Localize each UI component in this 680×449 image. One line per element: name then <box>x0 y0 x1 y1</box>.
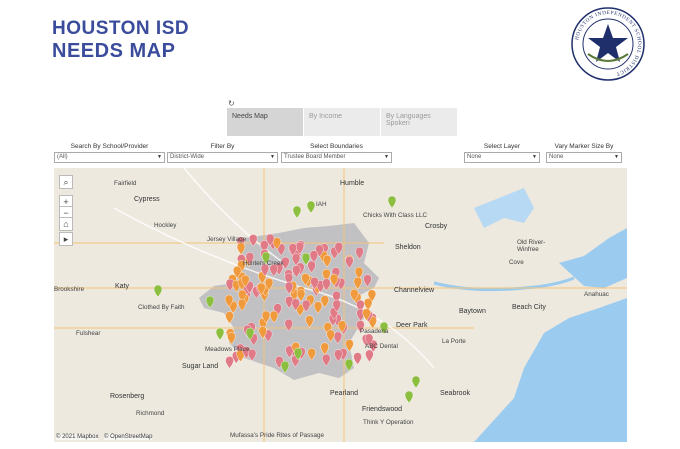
map-marker <box>353 352 362 365</box>
map-label: La Porte <box>442 338 466 345</box>
layer-label: Select Layer <box>483 143 521 150</box>
marker-size-label: Vary Marker Size By <box>554 143 614 150</box>
map-label: Cypress <box>134 196 160 203</box>
attribution-osm[interactable]: © OpenStreetMap <box>104 434 153 440</box>
map-label: Katy <box>115 283 130 290</box>
map-label: Sheldon <box>395 244 421 251</box>
school-select[interactable]: (All) ▼ <box>54 152 165 163</box>
chevron-down-icon: ▼ <box>270 154 275 160</box>
map-label: Beach City <box>512 304 546 311</box>
page-title: HOUSTON ISD <box>52 18 190 39</box>
map-label: Jersey Village <box>207 236 247 243</box>
map-label: Rosenberg <box>110 393 145 400</box>
map-label: Fairfield <box>114 180 137 187</box>
tab-by-languages-spoken[interactable]: By Languages Spoken <box>381 108 457 136</box>
chevron-down-icon: ▼ <box>614 154 619 160</box>
map-label: Sugar Land <box>182 363 219 370</box>
map-marker <box>215 327 225 341</box>
map-marker <box>411 375 421 389</box>
page-subtitle: NEEDS MAP <box>52 40 176 62</box>
tab-bar: Needs Map By Income By Languages Spoken <box>227 108 458 136</box>
map-marker <box>292 205 302 219</box>
map-marker <box>306 200 316 214</box>
tab-by-income[interactable]: By Income <box>304 108 380 136</box>
filter-by-select[interactable]: District-Wide ▼ <box>167 152 278 163</box>
layer-select[interactable]: None ▼ <box>464 152 540 163</box>
boundaries-filter: Select Boundaries Trustee Board Member ▼ <box>281 143 392 163</box>
boundaries-select[interactable]: Trustee Board Member ▼ <box>281 152 392 163</box>
map-label: Chicks With Class LLC <box>363 212 428 219</box>
layer-filter: Select Layer None ▼ <box>464 143 540 163</box>
marker-size-select[interactable]: None ▼ <box>546 152 622 163</box>
map-label: Pasadena <box>360 328 389 335</box>
chevron-down-icon: ▼ <box>532 154 537 160</box>
map-label: Deer Park <box>396 322 428 329</box>
refresh-icon[interactable]: ↻ <box>228 99 235 108</box>
chevron-down-icon: ▼ <box>157 154 162 160</box>
map-label: Friendswood <box>362 406 403 413</box>
hisd-seal-logo: HOUSTON INDEPENDENT SCHOOL DISTRICT <box>570 6 646 82</box>
map-label: Clothed By Faith <box>138 304 185 311</box>
map-marker <box>387 195 397 209</box>
map-label: Channelview <box>394 287 435 294</box>
needs-map[interactable]: Fairfield Humble Cypress IAH Chicks With… <box>54 168 627 442</box>
map-label: Hockley <box>154 222 177 229</box>
school-filter: Search By School/Provider (All) ▼ <box>54 143 165 163</box>
map-label: Hunters Creek <box>243 260 284 267</box>
marker-size-filter: Vary Marker Size By None ▼ <box>546 143 622 163</box>
map-label: Pearland <box>330 390 359 397</box>
map-label: Think Y Operation <box>363 419 414 426</box>
map-label: Fulshear <box>76 330 101 337</box>
filter-by-label: Filter By <box>210 143 235 150</box>
map-label: ABC Dental <box>365 343 398 350</box>
map-label: Mufassa's Pride Rites of Passage <box>230 432 324 439</box>
expand-arrow-icon[interactable]: ▸ <box>59 232 73 246</box>
lake-houston <box>474 188 534 228</box>
map-label: Humble <box>340 180 365 187</box>
map-marker <box>404 390 414 404</box>
chevron-down-icon: ▼ <box>384 154 389 160</box>
map-search-icon[interactable]: ⌕ <box>59 175 73 189</box>
school-filter-label: Search By School/Provider <box>70 143 149 150</box>
map-label: Cove <box>509 259 524 266</box>
map-label: Richmond <box>136 410 165 417</box>
map-label: Old River-Winfree <box>517 239 546 253</box>
boundaries-label: Select Boundaries <box>310 143 363 150</box>
map-label: Crosby <box>425 223 448 230</box>
map-label: IAH <box>316 201 327 208</box>
tab-needs-map[interactable]: Needs Map <box>227 108 303 136</box>
filter-by: Filter By District-Wide ▼ <box>167 143 278 163</box>
map-label: Meadows Place <box>205 346 250 353</box>
map-marker <box>225 356 234 369</box>
map-label: Baytown <box>459 308 486 315</box>
attribution-mapbox[interactable]: © 2021 Mapbox <box>56 434 99 440</box>
map-label: Seabrook <box>440 390 470 397</box>
home-icon[interactable]: ⌂ <box>59 217 73 231</box>
map-marker <box>153 284 163 298</box>
map-marker <box>365 349 374 363</box>
map-label: Anahuac <box>584 291 609 298</box>
map-label: Brookshire <box>54 286 85 293</box>
